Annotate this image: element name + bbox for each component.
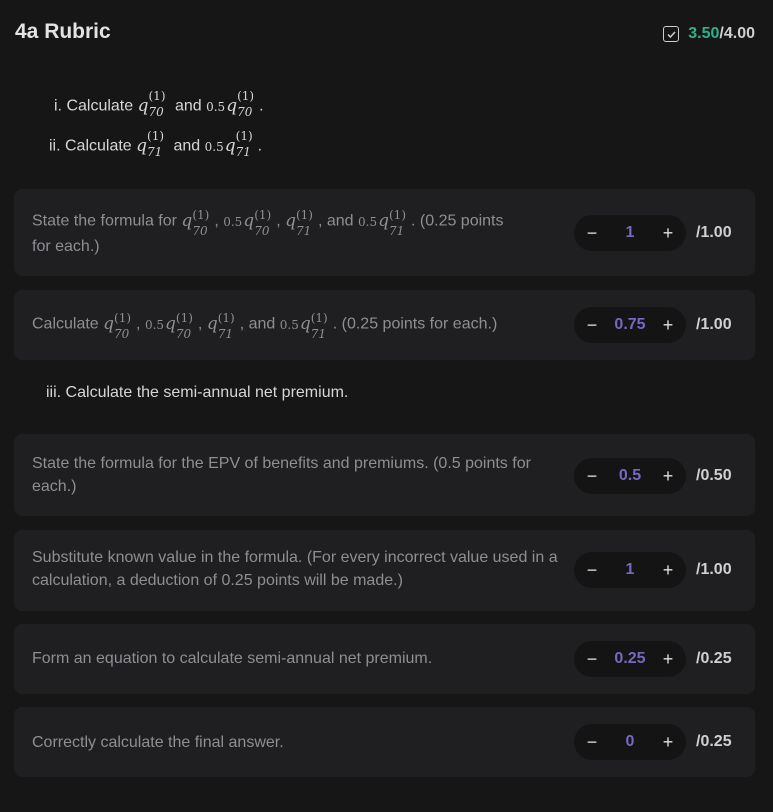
increment-button[interactable]: + [654, 724, 682, 760]
question-iii: iii. Calculate the semi-annual net premi… [46, 384, 349, 401]
rubric-item-text: Form an equation to calculate semi-annua… [32, 650, 433, 667]
score-earned: 3.50 [688, 25, 720, 42]
score-stepper: − 1 + [574, 552, 686, 588]
decrement-button[interactable]: − [578, 307, 606, 343]
decrement-button[interactable]: − [578, 215, 606, 251]
rubric-title: 4a Rubric [15, 20, 111, 43]
question-i: i. Calculate q (1) 70 and 0.5q (1) 70. [54, 89, 264, 119]
question-ii: ii. Calculate q (1) 71 and 0.5q (1) 71. [49, 129, 263, 159]
rubric-item: Form an equation to calculate semi-annua… [14, 624, 755, 694]
score-stepper: − 0.25 + [574, 641, 686, 677]
rubric-item-text: Calculate q (1) 70, 0.5q (1) 70, q (1) 71, and… [32, 311, 498, 341]
score-value[interactable]: 0 [606, 724, 654, 760]
score-value[interactable]: 0.75 [606, 307, 654, 343]
decrement-button[interactable]: − [578, 458, 606, 494]
decrement-button[interactable]: − [578, 641, 606, 677]
score-stepper: − 0.5 + [574, 458, 686, 494]
rubric-item: Correctly calculate the final answer. − … [14, 707, 755, 777]
rubric-item: State the formula for q (1) 70, 0.5q (1) 70,… [14, 189, 755, 276]
score-stepper: − 0.75 + [574, 307, 686, 343]
rubric-header: 4a Rubric 3.50/4.00 [0, 0, 773, 66]
increment-button[interactable]: + [654, 552, 682, 588]
increment-button[interactable]: + [654, 215, 682, 251]
increment-button[interactable]: + [654, 307, 682, 343]
rubric-item-text: Correctly calculate the final answer. [32, 734, 284, 751]
rubric-item-text: Substitute known value in the formula. (… [32, 549, 558, 589]
max-points: /1.00 [696, 224, 732, 241]
max-points: /1.00 [696, 561, 732, 578]
rubric-item: Substitute known value in the formula. (… [14, 530, 755, 611]
decrement-button[interactable]: − [578, 552, 606, 588]
max-points: /0.25 [696, 733, 732, 750]
score-value[interactable]: 0.25 [606, 641, 654, 677]
rubric-item-text: State the formula for the EPV of benefit… [32, 455, 531, 495]
max-points: /1.00 [696, 316, 732, 333]
rubric-item-text: State the formula for q (1) 70, 0.5q (1) 70,… [32, 208, 504, 255]
score-stepper: − 0 + [574, 724, 686, 760]
score-stepper: − 1 + [574, 215, 686, 251]
score-value[interactable]: 1 [606, 215, 654, 251]
score-value[interactable]: 1 [606, 552, 654, 588]
rubric-item: Calculate q (1) 70, 0.5q (1) 70, q (1) 71, and… [14, 290, 755, 360]
total-score: 3.50/4.00 [663, 25, 755, 43]
max-points: /0.25 [696, 650, 732, 667]
increment-button[interactable]: + [654, 458, 682, 494]
checkbox-check-icon [663, 26, 680, 42]
decrement-button[interactable]: − [578, 724, 606, 760]
rubric-item: State the formula for the EPV of benefit… [14, 434, 755, 516]
score-value[interactable]: 0.5 [606, 458, 654, 494]
max-points: /0.50 [696, 467, 732, 484]
increment-button[interactable]: + [654, 641, 682, 677]
score-total: /4.00 [719, 25, 755, 42]
